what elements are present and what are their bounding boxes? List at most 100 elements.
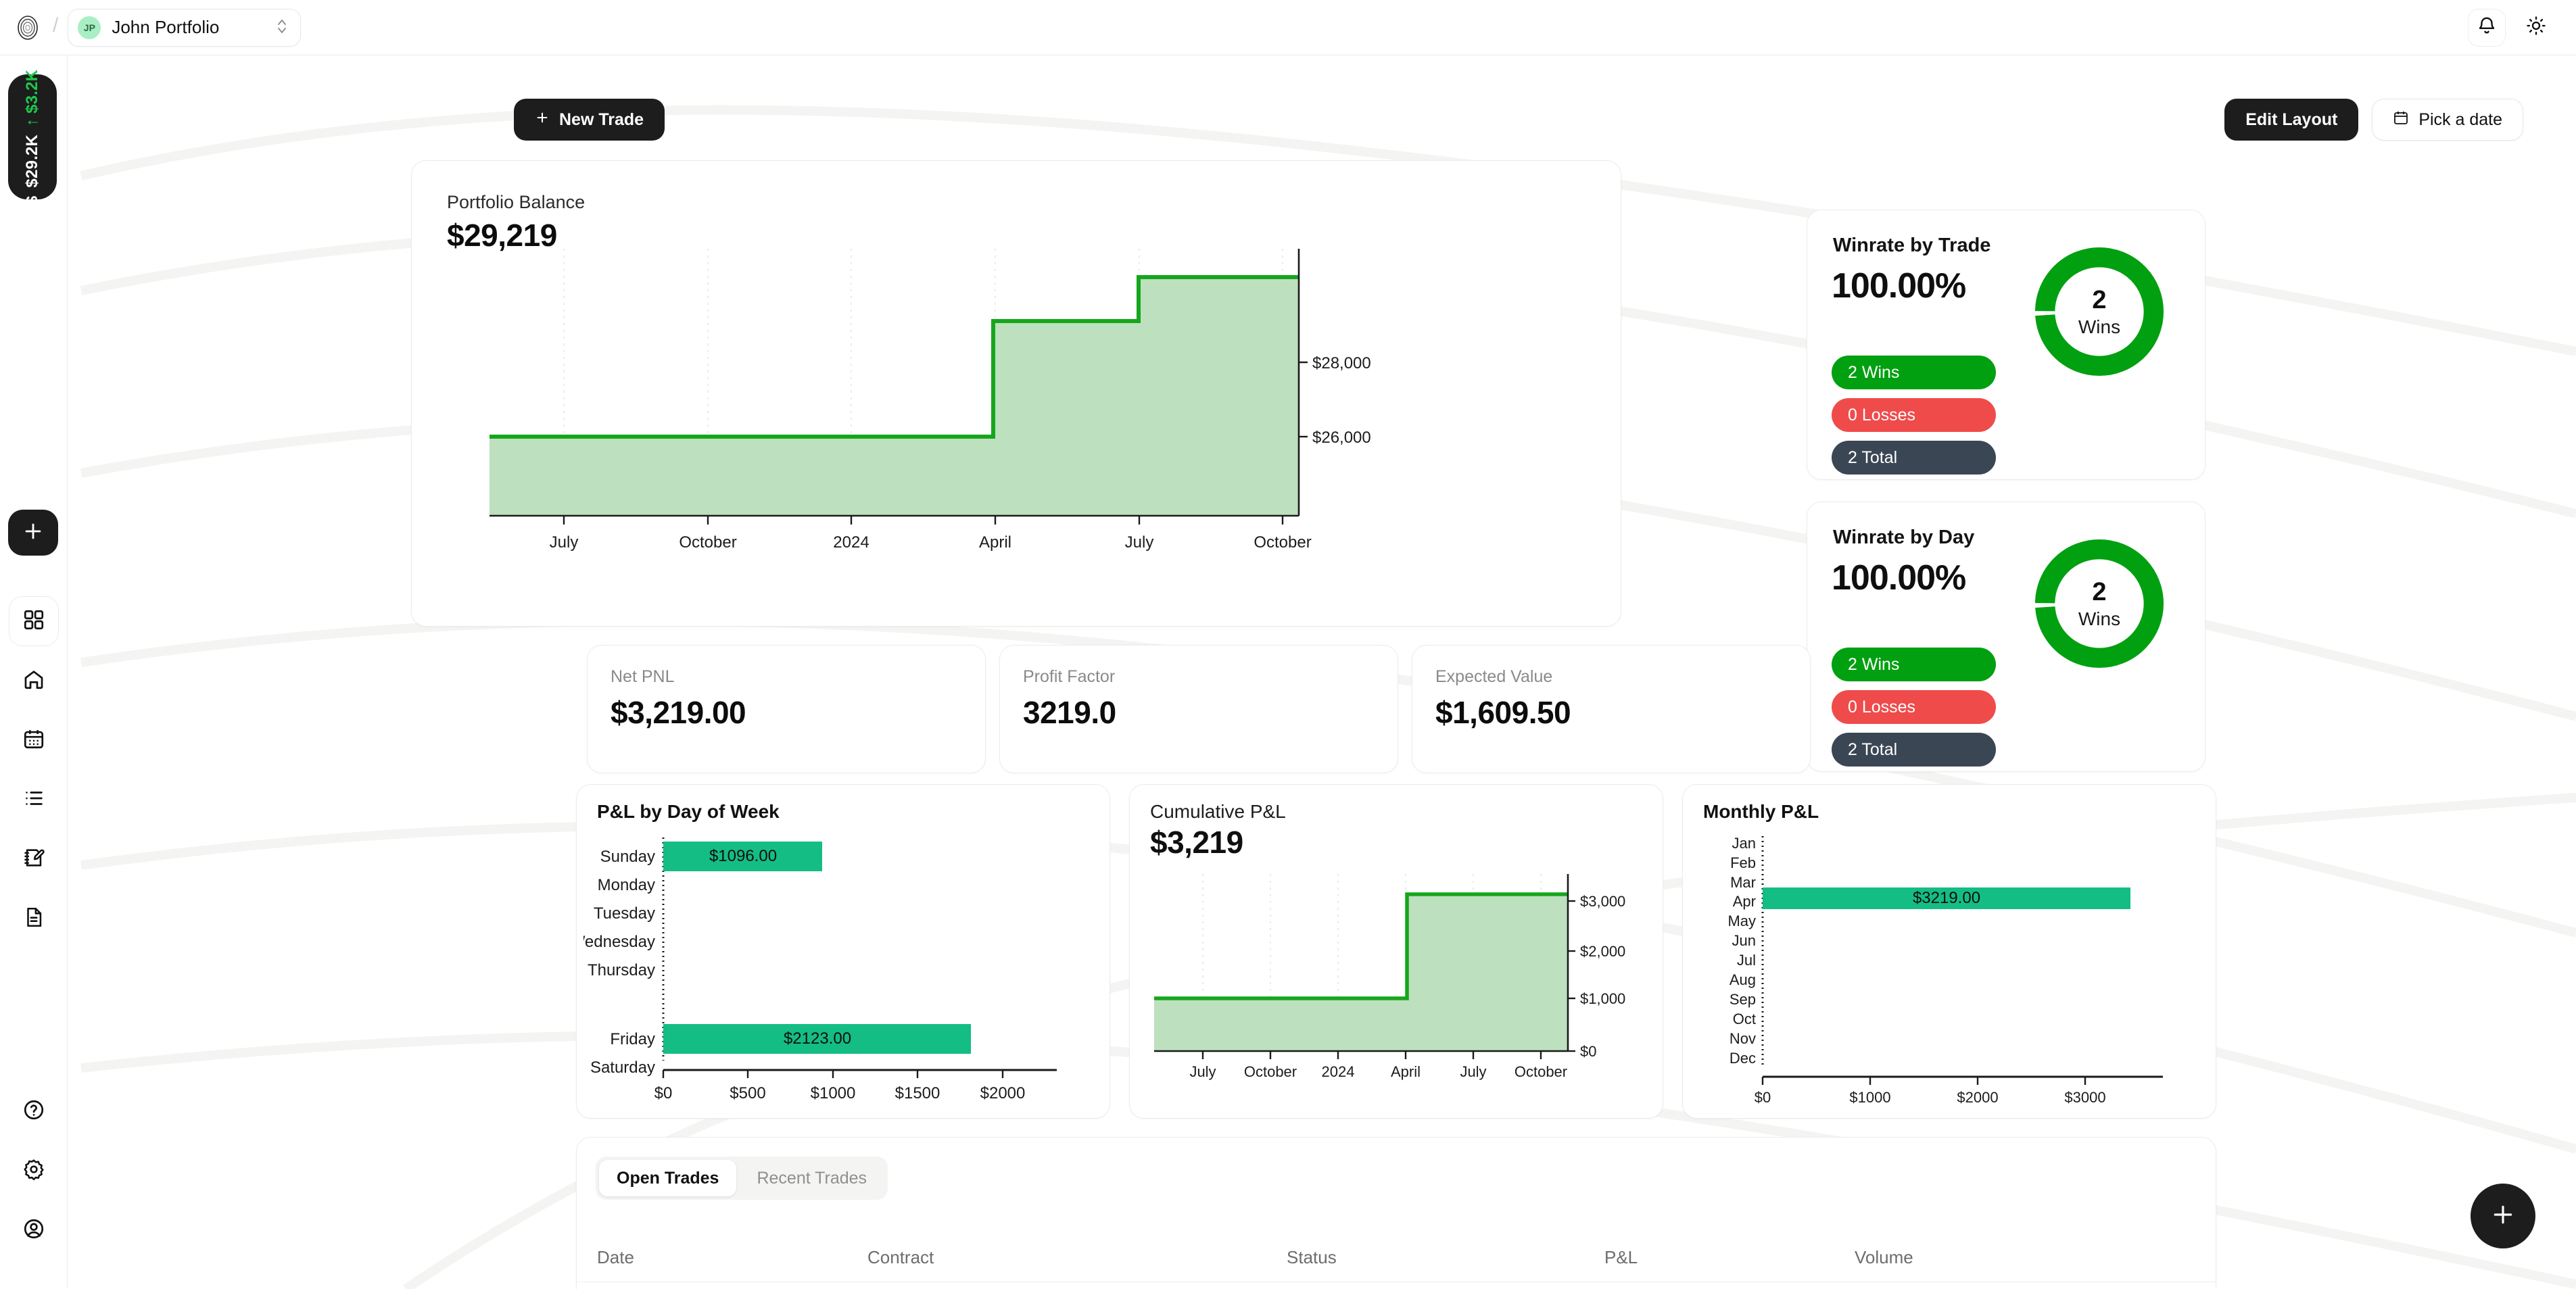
winrate-by-trade-card: Winrate by Trade 100.00% 2 Wins 0 Losses… [1807,210,2205,480]
svg-text:Mar: Mar [1730,874,1756,891]
portfolio-balance-label: Portfolio Balance [447,192,586,212]
expected-value-card: Expected Value $1,609.50 [1412,645,1811,773]
dashboard-toolbar: New Trade Edit Layout Pick a date [514,96,2523,150]
profit-factor-value: 3219.0 [1023,695,1116,730]
svg-text:May: May [1727,913,1756,929]
notifications-button[interactable] [2468,8,2506,47]
svg-text:$1500: $1500 [895,1084,940,1102]
donut-caption: Wins [2078,316,2121,337]
svg-text:Nov: Nov [1730,1030,1756,1047]
app-logo-icon[interactable] [12,12,43,43]
pnl-by-day-of-week-card: P&L by Day of Week $1096.00 $2123.00 Sun… [576,784,1110,1119]
portfolio-balance-card: Portfolio Balance $29,219 July October 2… [411,160,1621,627]
winrate-by-trade-donut: 2 Wins [2033,245,2166,378]
sidebar-item-dashboard[interactable] [9,596,59,646]
profit-factor-card: Profit Factor 3219.0 [999,645,1398,773]
cumulative-pnl-card: Cumulative P&L $3,219 July October 2024 … [1129,784,1663,1119]
new-trade-label: New Trade [559,110,644,129]
svg-text:April: April [979,533,1011,552]
portfolio-selector[interactable]: JP John Portfolio [68,8,302,47]
svg-text:July: July [1460,1063,1486,1080]
balance-delta: ↑ $3.2K [23,69,41,126]
trades-table-header: Date Contract Status P&L Volume [577,1238,2216,1282]
plus-icon [2489,1201,2517,1232]
wins-badge: 2 Wins [1832,648,1996,681]
column-header-volume: Volume [1855,1247,1913,1267]
svg-text:October: October [679,533,736,552]
main-content: New Trade Edit Layout Pick a date Portfo… [68,55,2576,1289]
tab-open-trades[interactable]: Open Trades [599,1160,737,1196]
winrate-by-day-donut: 2 Wins [2033,537,2166,670]
rail-nav [0,596,68,953]
svg-text:$2000: $2000 [980,1084,1026,1102]
svg-text:Thursday: Thursday [588,961,655,979]
svg-text:$2,000: $2,000 [1580,943,1625,960]
sidebar-item-trades-list[interactable] [9,775,59,825]
add-trade-fab[interactable] [2471,1184,2535,1248]
sidebar-item-account[interactable] [9,1205,59,1255]
breadcrumb-separator: / [53,14,59,37]
net-pnl-card: Net PNL $3,219.00 [587,645,986,773]
sidebar-item-help[interactable] [9,1086,59,1136]
document-icon [22,906,45,932]
svg-text:$500: $500 [730,1084,765,1102]
net-pnl-value: $3,219.00 [611,695,746,730]
svg-text:$2000: $2000 [1957,1089,1998,1106]
svg-text:Apr: Apr [1733,893,1756,910]
svg-text:July: July [1189,1063,1216,1080]
balance-currency: $ [23,195,41,205]
svg-text:Aug: Aug [1730,971,1756,988]
rail-bottom-nav [0,1086,68,1265]
balance-badge[interactable]: $ $29.2K ↑ $3.2K [8,69,57,205]
cumulative-pnl-chart: July October 2024 April July October $3,… [1154,874,1625,1080]
sidebar-item-calendar[interactable] [9,715,59,765]
column-header-pnl: P&L [1604,1247,1638,1267]
svg-text:Sunday: Sunday [600,848,655,866]
winrate-by-day-title: Winrate by Day [1833,527,1975,548]
svg-text:$26,000: $26,000 [1312,429,1371,447]
svg-text:Feb: Feb [1730,854,1756,871]
expected-value-label: Expected Value [1435,667,1553,686]
svg-text:Monday: Monday [598,876,655,894]
svg-text:Wednesday: Wednesday [583,933,655,951]
expected-value-value: $1,609.50 [1435,695,1571,730]
sidebar-item-journal[interactable] [9,834,59,884]
trades-tabs: Open Trades Recent Trades [596,1157,888,1200]
svg-text:$1000: $1000 [1849,1089,1890,1106]
edit-layout-button[interactable]: Edit Layout [2224,99,2359,141]
winrate-by-day-percent: 100.00% [1832,558,1966,598]
net-pnl-label: Net PNL [611,667,675,686]
cumulative-pnl-value: $3,219 [1150,825,1243,860]
sun-icon [2526,16,2546,39]
monthly-pnl-title: Monthly P&L [1703,801,1819,822]
pick-a-date-label: Pick a date [2418,110,2502,129]
svg-text:$3219.00: $3219.00 [1913,889,1980,907]
sidebar-item-home[interactable] [9,656,59,706]
chevron-updown-icon [276,17,288,39]
svg-text:2024: 2024 [1322,1063,1355,1080]
profit-factor-label: Profit Factor [1023,667,1116,686]
svg-text:July: July [550,533,579,552]
tab-recent-trades[interactable]: Recent Trades [739,1160,884,1196]
new-trade-button[interactable]: New Trade [514,99,665,141]
grid-icon [22,608,45,635]
svg-text:Dec: Dec [1730,1050,1756,1067]
column-header-contract: Contract [867,1247,934,1267]
plus-icon [22,520,45,546]
donut-count: 2 [2092,577,2107,606]
bell-icon [2477,16,2497,39]
pick-a-date-button[interactable]: Pick a date [2372,99,2523,141]
losses-badge: 0 Losses [1832,398,1996,432]
question-circle-icon [22,1098,45,1125]
theme-toggle-button[interactable] [2521,12,2552,43]
portfolio-balance-chart: July October 2024 April July October $28… [490,249,1371,552]
trades-card: Open Trades Recent Trades Date Contract … [576,1137,2216,1289]
left-rail: $ $29.2K ↑ $3.2K [0,55,68,1289]
svg-text:October: October [1244,1063,1297,1080]
svg-text:$1,000: $1,000 [1580,990,1625,1007]
wins-badge: 2 Wins [1832,356,1996,389]
sidebar-item-reports[interactable] [9,894,59,944]
sidebar-item-settings[interactable] [9,1146,59,1196]
svg-text:2024: 2024 [833,533,869,552]
rail-add-button[interactable] [8,510,58,556]
